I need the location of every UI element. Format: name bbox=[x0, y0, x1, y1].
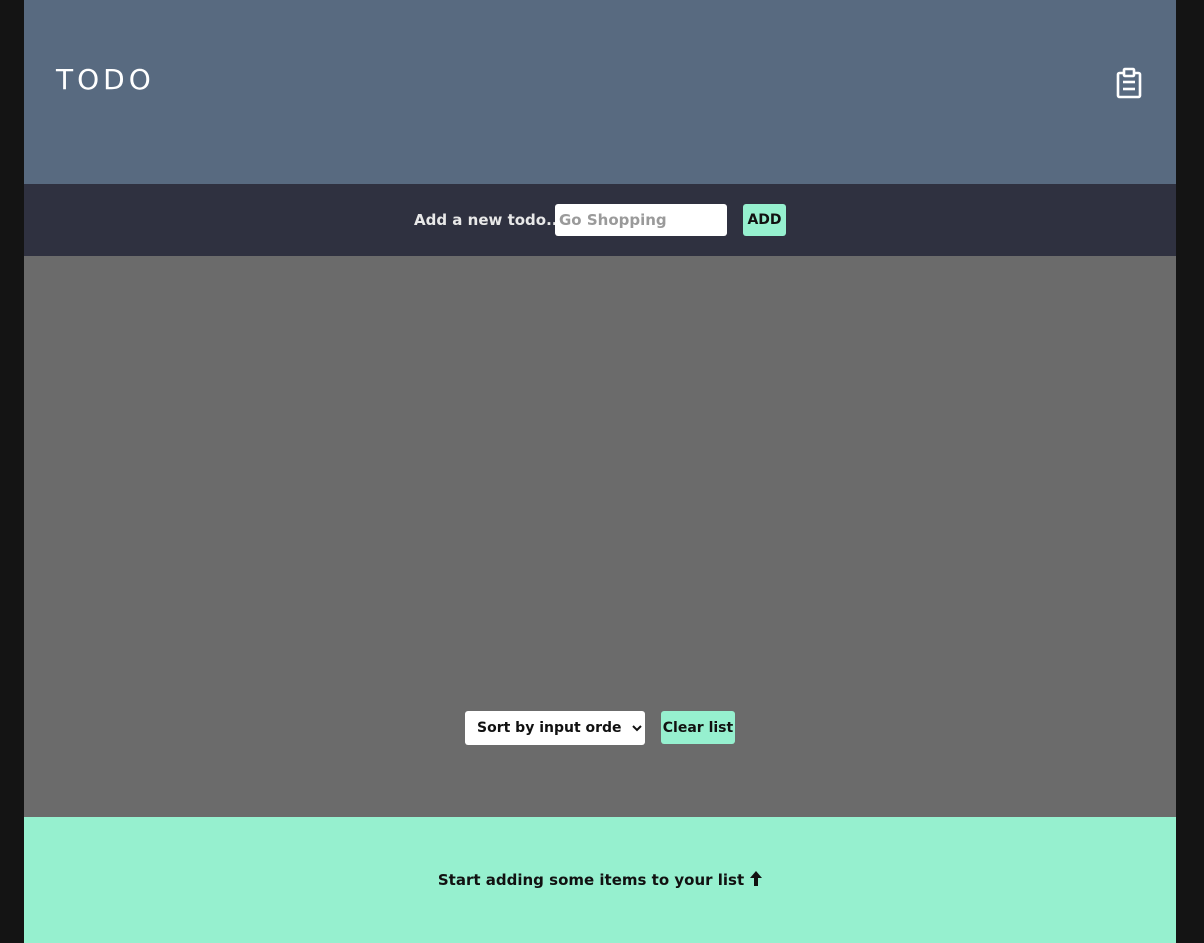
app-header: TODO bbox=[24, 0, 1176, 184]
add-button[interactable]: ADD bbox=[743, 204, 786, 236]
sort-select[interactable]: Sort by input order bbox=[465, 711, 645, 745]
clear-list-button[interactable]: Clear list bbox=[661, 711, 735, 744]
clipboard-icon bbox=[1115, 67, 1143, 99]
add-todo-bar: Add a new todo... ADD bbox=[24, 184, 1176, 256]
add-todo-label: Add a new todo... bbox=[414, 211, 564, 229]
arrow-up-icon bbox=[750, 870, 763, 892]
app-footer: Start adding some items to your list bbox=[24, 817, 1176, 943]
todo-list-area: Sort by input order Clear list bbox=[24, 256, 1176, 817]
empty-list-message: Start adding some items to your list bbox=[24, 869, 1176, 892]
empty-list-text: Start adding some items to your list bbox=[437, 871, 745, 889]
todo-app: TODO Add a new todo... ADD Sort by input… bbox=[24, 0, 1176, 943]
app-title: TODO bbox=[56, 63, 155, 96]
todo-input[interactable] bbox=[555, 204, 727, 236]
